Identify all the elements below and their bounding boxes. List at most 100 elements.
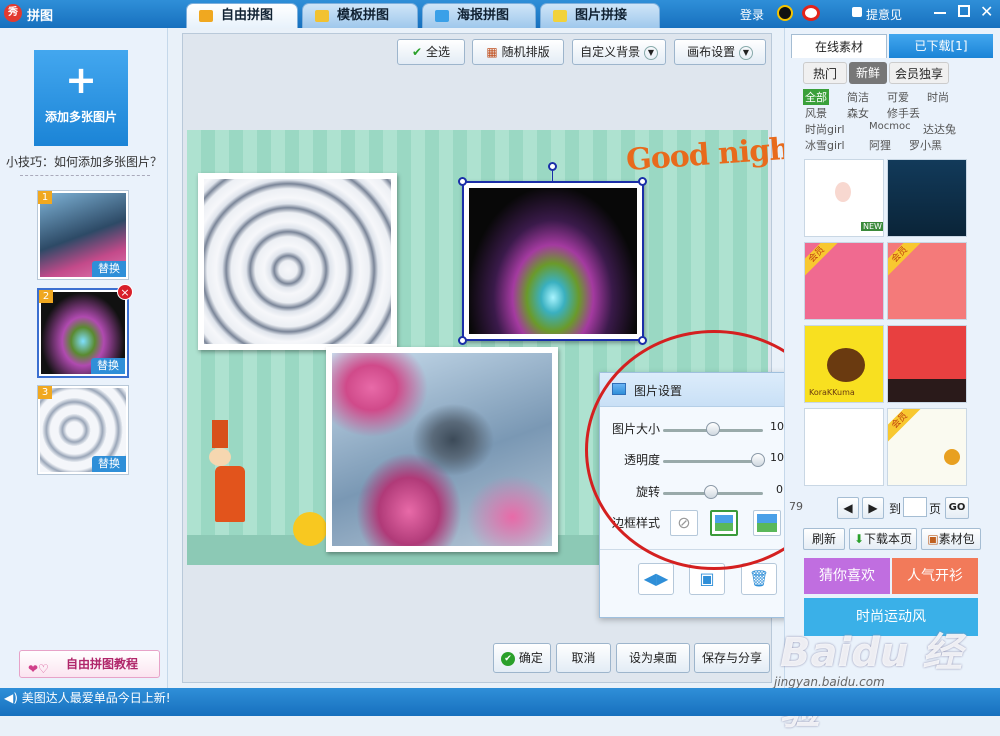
page-total: 79 — [789, 500, 803, 513]
right-panel: 在线素材 已下载[1] 热门 新鲜 会员独享 全部 简洁 可爱 时尚 风景 森女… — [784, 28, 1000, 688]
category-all[interactable]: 全部 — [803, 89, 829, 105]
maximize-icon[interactable] — [958, 5, 970, 17]
tab-online-materials[interactable]: 在线素材 — [791, 34, 887, 58]
category-fashion[interactable]: 时尚 — [927, 89, 949, 105]
chip-vip[interactable]: 会员独享 — [889, 62, 949, 84]
material-thumbnail[interactable]: 会员 — [887, 242, 967, 320]
thumbnail-2[interactable]: 2 替换 × — [37, 284, 133, 378]
save-share-button[interactable]: 保存与分享 — [694, 643, 770, 673]
set-desktop-button[interactable]: 设为桌面 — [616, 643, 690, 673]
material-pack-button[interactable]: ▣素材包 — [921, 528, 981, 550]
resize-handle[interactable] — [638, 177, 647, 186]
banner-guess-you-like[interactable]: 猜你喜欢 — [804, 558, 890, 594]
refresh-label: 刷新 — [811, 532, 836, 546]
girl-dress — [215, 466, 245, 522]
crop-icon[interactable]: ▣ — [689, 563, 725, 595]
rotate-handle[interactable] — [548, 162, 557, 171]
tab-free-collage[interactable]: 自由拼图 — [186, 3, 298, 28]
replace-button[interactable]: 替换 — [92, 456, 126, 472]
heart-icon: ❤♡❤ — [28, 662, 49, 702]
watermark-url: jingyan.baidu.com — [774, 675, 885, 689]
material-thumbnail[interactable] — [887, 159, 967, 237]
custom-background-dropdown[interactable]: 自定义背景 ▼ — [572, 39, 666, 65]
qq-icon[interactable] — [777, 5, 793, 21]
rotate-label: 旋转 — [635, 485, 660, 499]
photo-hummingbird[interactable] — [326, 347, 558, 552]
border-style-2-button[interactable] — [753, 510, 781, 536]
download-page-button[interactable]: ⬇下载本页 — [849, 528, 917, 550]
tutorial-button[interactable]: ❤♡❤ 自由拼图教程 — [19, 650, 160, 702]
status-text[interactable]: 美图达人最爱单品今日上新! — [22, 691, 171, 705]
go-button[interactable]: GO — [945, 497, 969, 519]
category-hands[interactable]: 修手丢 — [887, 105, 920, 121]
canvas-settings-dropdown[interactable]: 画布设置 ▼ — [674, 39, 766, 65]
next-page-icon[interactable]: ▶ — [862, 497, 884, 519]
material-thumbnail[interactable]: 会员 — [887, 408, 967, 486]
tab-downloaded[interactable]: 已下载[1] — [889, 34, 993, 58]
login-link[interactable]: 登录 — [740, 6, 764, 23]
weibo-icon[interactable] — [802, 5, 820, 21]
photo-white-tubes[interactable] — [198, 173, 397, 350]
flip-horizontal-icon[interactable]: ◀▶ — [638, 563, 674, 595]
trash-icon[interactable]: 🗑 — [741, 563, 777, 595]
tab-image-stitch[interactable]: 图片拼接 — [540, 3, 660, 28]
close-window-icon[interactable]: ✕ — [980, 2, 993, 21]
chip-hot[interactable]: 热门 — [803, 62, 847, 84]
rotate-slider-knob[interactable] — [704, 485, 718, 499]
category-mocmoc[interactable]: Mocmoc — [869, 121, 911, 132]
feedback-icon — [852, 7, 862, 17]
tip-link[interactable]: 小技巧：如何添加多张图片？ — [6, 153, 162, 170]
category-scenery[interactable]: 风景 — [805, 105, 827, 121]
category-cute[interactable]: 可爱 — [887, 89, 909, 105]
opacity-slider-row: 透明度 100% — [600, 451, 810, 471]
category-mori-girl[interactable]: 森女 — [847, 105, 869, 121]
landscape-icon — [757, 514, 777, 532]
confirm-button[interactable]: ✔ 确定 — [493, 643, 551, 673]
resize-handle[interactable] — [458, 177, 467, 186]
minimize-icon[interactable] — [934, 12, 946, 14]
thumbnail-3[interactable]: 3 替换 — [37, 385, 129, 475]
material-thumbnail[interactable] — [887, 325, 967, 403]
no-border-icon[interactable]: ⊘ — [670, 510, 698, 536]
replace-button[interactable]: 替换 — [92, 261, 126, 277]
check-circle-icon: ✔ — [501, 651, 516, 666]
opacity-slider-track[interactable] — [663, 460, 763, 463]
category-ice-girl[interactable]: 冰雪girl — [805, 137, 845, 153]
cancel-button[interactable]: 取消 — [556, 643, 611, 673]
add-multiple-images-button[interactable]: + 添加多张图片 — [34, 50, 128, 146]
dialog-title-bar: 图片设置 ✕ — [600, 373, 810, 407]
material-thumbnail[interactable]: 会员 — [804, 242, 884, 320]
replace-button[interactable]: 替换 — [91, 358, 125, 374]
refresh-button[interactable]: 刷新 — [803, 528, 845, 550]
material-thumbnail[interactable]: NEW — [804, 159, 884, 237]
chevron-down-icon: ▼ — [738, 45, 753, 60]
material-thumbnail[interactable] — [804, 408, 884, 486]
girl-hat — [212, 420, 228, 448]
category-fashion-girl[interactable]: 时尚girl — [805, 121, 845, 137]
photo-bubbles-selected[interactable] — [462, 181, 644, 341]
poster-icon — [435, 10, 449, 22]
opacity-slider-knob[interactable] — [751, 453, 765, 467]
resize-handle[interactable] — [458, 336, 467, 345]
category-ali[interactable]: 阿狸 — [869, 137, 891, 153]
thumbnail-1[interactable]: 1 替换 — [37, 190, 129, 280]
material-thumbnail[interactable]: KoraKKuma — [804, 325, 884, 403]
category-simple[interactable]: 简洁 — [847, 89, 869, 105]
tab-poster-collage[interactable]: 海报拼图 — [422, 3, 536, 28]
banner-popular-cardigan[interactable]: 人气开衫 — [892, 558, 978, 594]
category-dada-rabbit[interactable]: 达达兔 — [923, 121, 956, 137]
category-luo-xiaohei[interactable]: 罗小黑 — [909, 137, 942, 153]
random-layout-button[interactable]: ▦ 随机排版 — [472, 39, 564, 65]
delete-icon[interactable]: × — [117, 284, 133, 300]
vip-badge: 会员 — [888, 409, 922, 443]
page-input[interactable] — [903, 497, 927, 517]
size-slider-knob[interactable] — [706, 422, 720, 436]
select-all-button[interactable]: ✔ 全选 — [397, 39, 465, 65]
prev-page-icon[interactable]: ◀ — [837, 497, 859, 519]
border-style-1-button[interactable] — [710, 510, 738, 536]
chip-new[interactable]: 新鲜 — [849, 62, 887, 84]
tab-template-collage[interactable]: 模板拼图 — [302, 3, 418, 28]
resize-handle[interactable] — [638, 336, 647, 345]
thumbnail-number: 3 — [38, 386, 52, 399]
feedback-link[interactable]: 提意见 — [866, 6, 902, 23]
